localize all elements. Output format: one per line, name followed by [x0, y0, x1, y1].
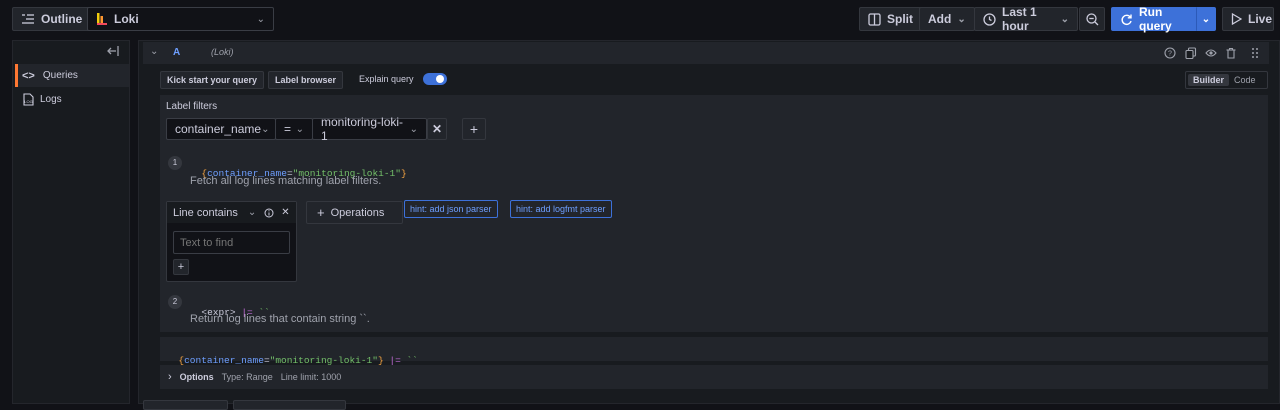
outline-button[interactable]: Outline: [12, 7, 92, 31]
add-button[interactable]: Add ⌄: [919, 7, 975, 31]
trash-icon[interactable]: [1225, 47, 1237, 59]
line-contains-input[interactable]: [173, 231, 290, 254]
step2-description: Return log lines that contain string ``.: [190, 313, 370, 325]
remove-filter-button[interactable]: ✕: [427, 118, 447, 140]
add-query-button[interactable]: [143, 400, 228, 410]
sidebar-item-logs[interactable]: LOG Logs: [15, 88, 129, 111]
add-label: Add: [928, 12, 952, 26]
run-query-label: Run query: [1139, 5, 1172, 33]
datasource-name: Loki: [114, 12, 139, 26]
hint-logfmt-parser-button[interactable]: hint: add logfmt parser: [510, 200, 612, 218]
step1-description: Fetch all log lines matching label filte…: [190, 175, 382, 187]
options-line-limit: Line limit: 1000: [280, 372, 342, 382]
chevron-down-icon: ⌄: [256, 13, 265, 25]
outline-label: Outline: [41, 12, 83, 26]
logs-icon: LOG: [22, 93, 34, 106]
collapse-query-icon[interactable]: ⌄: [150, 46, 158, 57]
plus-icon: +: [177, 261, 185, 273]
datasource-picker[interactable]: Loki ⌄: [87, 7, 274, 31]
code-brace: }: [400, 168, 407, 179]
play-icon: [1231, 13, 1242, 25]
chevron-down-icon: ⌄: [295, 123, 304, 135]
close-icon: ✕: [431, 122, 443, 136]
hint-label: hint: add json parser: [410, 204, 492, 214]
list-icon: [21, 13, 35, 25]
chevron-down-icon: ⌄: [1060, 13, 1069, 25]
step-number-badge: 1: [168, 156, 182, 170]
split-icon: [868, 12, 881, 26]
time-range-picker[interactable]: Last 1 hour ⌄: [974, 5, 1078, 33]
clock-icon: [983, 12, 996, 26]
label-browser-button[interactable]: Label browser: [268, 71, 344, 89]
chevron-down-icon: ⌄: [261, 123, 270, 135]
svg-text:LOG: LOG: [24, 99, 32, 104]
options-label: Options: [179, 372, 214, 382]
add-filter-button[interactable]: +: [462, 118, 486, 140]
chevron-down-icon: ⌄: [957, 13, 966, 25]
hint-json-parser-button[interactable]: hint: add json parser: [404, 200, 498, 218]
label-key-select[interactable]: container_name ⌄: [166, 118, 276, 140]
query-datasource-hint: (Loki): [211, 47, 234, 57]
svg-text:?: ?: [1168, 51, 1172, 58]
builder-mode-tab[interactable]: Builder: [1188, 74, 1230, 86]
explain-query-label: Explain query: [359, 74, 414, 84]
sidebar-item-queries[interactable]: <> Queries: [15, 64, 129, 87]
run-query-options-button[interactable]: ⌄: [1196, 7, 1216, 31]
chevron-right-icon: ›: [168, 371, 172, 383]
split-label: Split: [887, 12, 913, 26]
operations-button[interactable]: + Operations: [306, 201, 403, 224]
eye-icon[interactable]: [1205, 48, 1217, 58]
chevron-down-icon[interactable]: ⌄: [248, 207, 256, 218]
split-button[interactable]: Split: [859, 7, 922, 31]
query-ref-id[interactable]: A: [173, 47, 180, 58]
help-icon[interactable]: ?: [1164, 47, 1176, 59]
chevron-down-icon: ⌄: [1201, 13, 1211, 25]
operations-label: Operations: [330, 206, 385, 219]
chevron-down-icon: ⌄: [409, 123, 418, 135]
explain-query-toggle[interactable]: [423, 73, 447, 85]
info-icon[interactable]: [264, 208, 274, 218]
kick-start-label: Kick start your query: [167, 75, 258, 85]
operation-header: Line contains ⌄ ✕: [167, 202, 296, 223]
close-icon[interactable]: ✕: [281, 207, 289, 218]
label-operator-value: =: [284, 122, 292, 136]
duplicate-query-icon[interactable]: [1185, 47, 1197, 59]
code-icon: <>: [22, 69, 35, 82]
zoom-out-button[interactable]: [1079, 7, 1105, 31]
code-mode-tab[interactable]: Code: [1229, 74, 1261, 86]
refresh-icon: [1120, 13, 1133, 26]
live-button[interactable]: Live: [1222, 7, 1274, 31]
label-key-value: container_name: [175, 122, 262, 136]
toggle-knob: [436, 75, 444, 83]
collapse-icon: [106, 44, 124, 58]
sidebar-item-label: Logs: [40, 94, 62, 105]
sidebar-item-label: Queries: [42, 70, 78, 81]
raw-query-code[interactable]: {container_name="monitoring-loki-1"} |= …: [167, 344, 417, 366]
options-type: Type: Range: [221, 372, 273, 382]
plus-icon: +: [469, 121, 479, 137]
label-filters-title: Label filters: [166, 101, 218, 112]
loki-logo-icon: [96, 12, 108, 26]
label-operator-select[interactable]: = ⌄: [275, 118, 313, 140]
hint-label: hint: add logfmt parser: [516, 204, 606, 214]
label-value-select[interactable]: monitoring-loki-1 ⌄: [312, 115, 427, 143]
query-header: [143, 42, 1269, 64]
query-options-row[interactable]: › Options Type: Range Line limit: 1000: [160, 365, 1268, 389]
add-param-button[interactable]: +: [173, 259, 189, 275]
operation-title[interactable]: Line contains: [173, 207, 238, 219]
query-history-button[interactable]: [233, 400, 346, 410]
active-indicator: [15, 64, 18, 87]
time-range-label: Last 1 hour: [1002, 5, 1037, 33]
label-value-value: monitoring-loki-1: [321, 115, 404, 143]
label-browser-label: Label browser: [275, 75, 337, 85]
zoom-out-icon: [1085, 12, 1099, 26]
editor-mode-switch: Builder Code: [1185, 71, 1268, 89]
live-label: Live: [1248, 12, 1273, 26]
collapse-sidebar-button[interactable]: [106, 44, 124, 60]
kick-start-button[interactable]: Kick start your query: [160, 71, 265, 89]
step-number-badge: 2: [168, 295, 182, 309]
drag-handle-icon[interactable]: [1250, 47, 1260, 59]
run-query-button[interactable]: Run query: [1111, 5, 1196, 33]
plus-icon: +: [317, 205, 325, 220]
